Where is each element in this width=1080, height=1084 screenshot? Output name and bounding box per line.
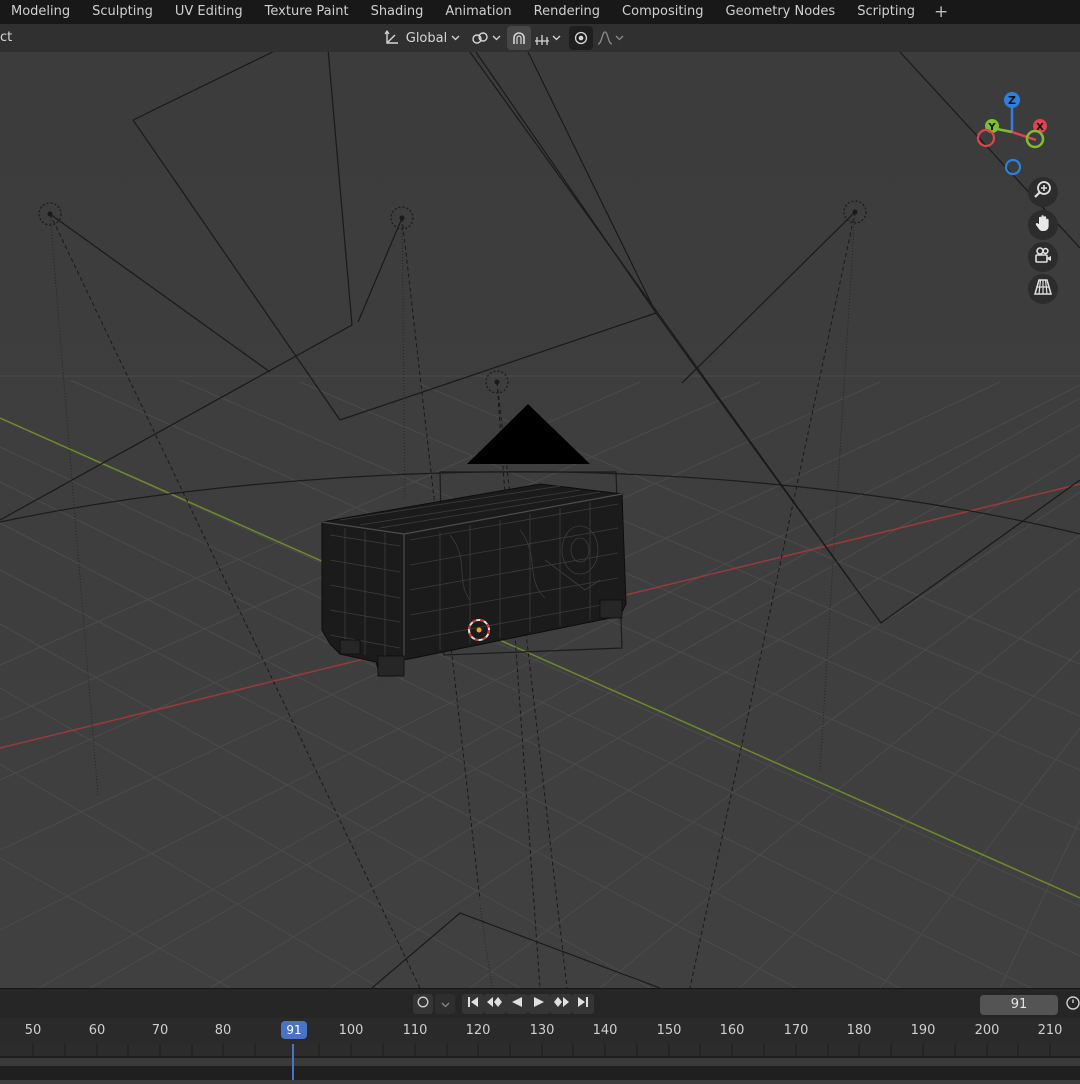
- chevron-down-icon: [552, 35, 561, 41]
- neg-z-axis-handle[interactable]: [1004, 158, 1022, 176]
- falloff-curve-icon: [597, 31, 613, 45]
- tab-uv-editing[interactable]: UV Editing: [164, 0, 254, 24]
- playhead-frame-badge[interactable]: 91: [281, 1021, 307, 1039]
- frame-tick-label: 70: [151, 1023, 169, 1038]
- timeline-track-grid: [0, 1044, 1080, 1080]
- next-keyframe-icon: [553, 996, 569, 1012]
- frame-tick-label: 180: [846, 1023, 872, 1038]
- snap-toggle[interactable]: [507, 26, 531, 50]
- frame-tick-label: 60: [88, 1023, 106, 1038]
- snap-increment-icon: [534, 31, 550, 45]
- proportional-circle-icon: [574, 31, 588, 45]
- frame-tick-label: 110: [402, 1023, 428, 1038]
- proportional-falloff-dropdown[interactable]: [594, 26, 626, 50]
- magnet-icon: [512, 31, 526, 45]
- timeline-track-area[interactable]: [0, 1044, 1080, 1080]
- play-reverse-button[interactable]: [506, 994, 528, 1014]
- pivot-link-icon: [471, 31, 490, 45]
- frame-tick-label: 190: [910, 1023, 936, 1038]
- jump-to-start-button[interactable]: [462, 994, 484, 1014]
- chevron-down-icon: [441, 997, 450, 1012]
- play-reverse-icon: [511, 996, 523, 1012]
- jump-next-keyframe-button[interactable]: [550, 994, 572, 1014]
- frame-tick-label: 210: [1037, 1023, 1063, 1038]
- frame-tick-label: 100: [338, 1023, 364, 1038]
- frame-tick-label: 140: [592, 1023, 618, 1038]
- workspace-tab-bar: Modeling Sculpting UV Editing Texture Pa…: [0, 0, 1080, 24]
- camera-view-icon: [1033, 245, 1053, 269]
- auto-key-dropdown[interactable]: [435, 994, 455, 1014]
- play-button[interactable]: [528, 994, 550, 1014]
- frame-tick-label: 160: [719, 1023, 745, 1038]
- timeline-ruler[interactable]: 50 60 70 80 91 100 110 120 130 140 150 1…: [0, 1018, 1080, 1044]
- zoom-button[interactable]: [1028, 177, 1058, 207]
- axis-gizmo[interactable]: Z X Y: [972, 90, 1052, 180]
- frame-tick-label: 50: [24, 1023, 42, 1038]
- timer-button[interactable]: [1064, 994, 1080, 1014]
- viewport-header: ct Global: [0, 24, 1080, 52]
- snap-target-dropdown[interactable]: [532, 26, 562, 50]
- proportional-editing-toggle[interactable]: [569, 26, 593, 50]
- object-menu-label[interactable]: ct: [0, 30, 12, 45]
- pivot-point-dropdown[interactable]: [469, 26, 503, 50]
- chevron-down-icon: [492, 35, 501, 41]
- tab-modeling[interactable]: Modeling: [0, 0, 81, 24]
- tab-shading[interactable]: Shading: [360, 0, 435, 24]
- tab-geometry-nodes[interactable]: Geometry Nodes: [715, 0, 847, 24]
- camera-view-button[interactable]: [1028, 242, 1058, 272]
- skip-end-icon: [577, 996, 589, 1012]
- 3d-viewport[interactable]: Z X Y: [0, 52, 1080, 988]
- frame-tick-label: 80: [214, 1023, 232, 1038]
- record-circle-icon: [417, 996, 429, 1012]
- skip-start-icon: [467, 996, 479, 1012]
- add-workspace-button[interactable]: +: [926, 0, 956, 24]
- frame-tick-label: 130: [529, 1023, 555, 1038]
- prev-keyframe-icon: [487, 996, 503, 1012]
- frame-tick-label: 170: [783, 1023, 809, 1038]
- tab-animation[interactable]: Animation: [434, 0, 522, 24]
- z-axis-label: Z: [1008, 94, 1016, 107]
- current-frame-field[interactable]: 91: [980, 995, 1058, 1015]
- navigation-gizmo[interactable]: Z X Y: [972, 90, 1052, 180]
- chevron-down-icon: [451, 35, 460, 41]
- neg-x-axis-handle[interactable]: [976, 128, 996, 148]
- transform-orientation-value: Global: [405, 30, 448, 46]
- pan-hand-icon: [1033, 213, 1053, 237]
- stopwatch-icon: [1064, 994, 1080, 1014]
- transform-orientation-dropdown[interactable]: Global: [380, 26, 464, 50]
- keyframe-auto-button[interactable]: [413, 994, 433, 1014]
- perspective-grid-icon: [1033, 277, 1053, 301]
- perspective-toggle-button[interactable]: [1028, 274, 1058, 304]
- tab-compositing[interactable]: Compositing: [611, 0, 715, 24]
- tab-sculpting[interactable]: Sculpting: [81, 0, 164, 24]
- jump-to-end-button[interactable]: [572, 994, 594, 1014]
- tab-texture-paint[interactable]: Texture Paint: [254, 0, 360, 24]
- jump-prev-keyframe-button[interactable]: [484, 994, 506, 1014]
- pan-button[interactable]: [1028, 210, 1058, 240]
- frame-tick-label: 150: [656, 1023, 682, 1038]
- orientation-axes-icon: [384, 30, 400, 46]
- frame-tick-label: 120: [465, 1023, 491, 1038]
- chevron-down-icon: [615, 35, 624, 41]
- play-icon: [533, 996, 545, 1012]
- tab-rendering[interactable]: Rendering: [523, 0, 611, 24]
- viewport-scene[interactable]: [0, 52, 1080, 988]
- zoom-icon: [1033, 180, 1053, 204]
- timeline-header: 91: [0, 988, 1080, 1019]
- tab-scripting[interactable]: Scripting: [846, 0, 926, 24]
- frame-tick-label: 200: [974, 1023, 1000, 1038]
